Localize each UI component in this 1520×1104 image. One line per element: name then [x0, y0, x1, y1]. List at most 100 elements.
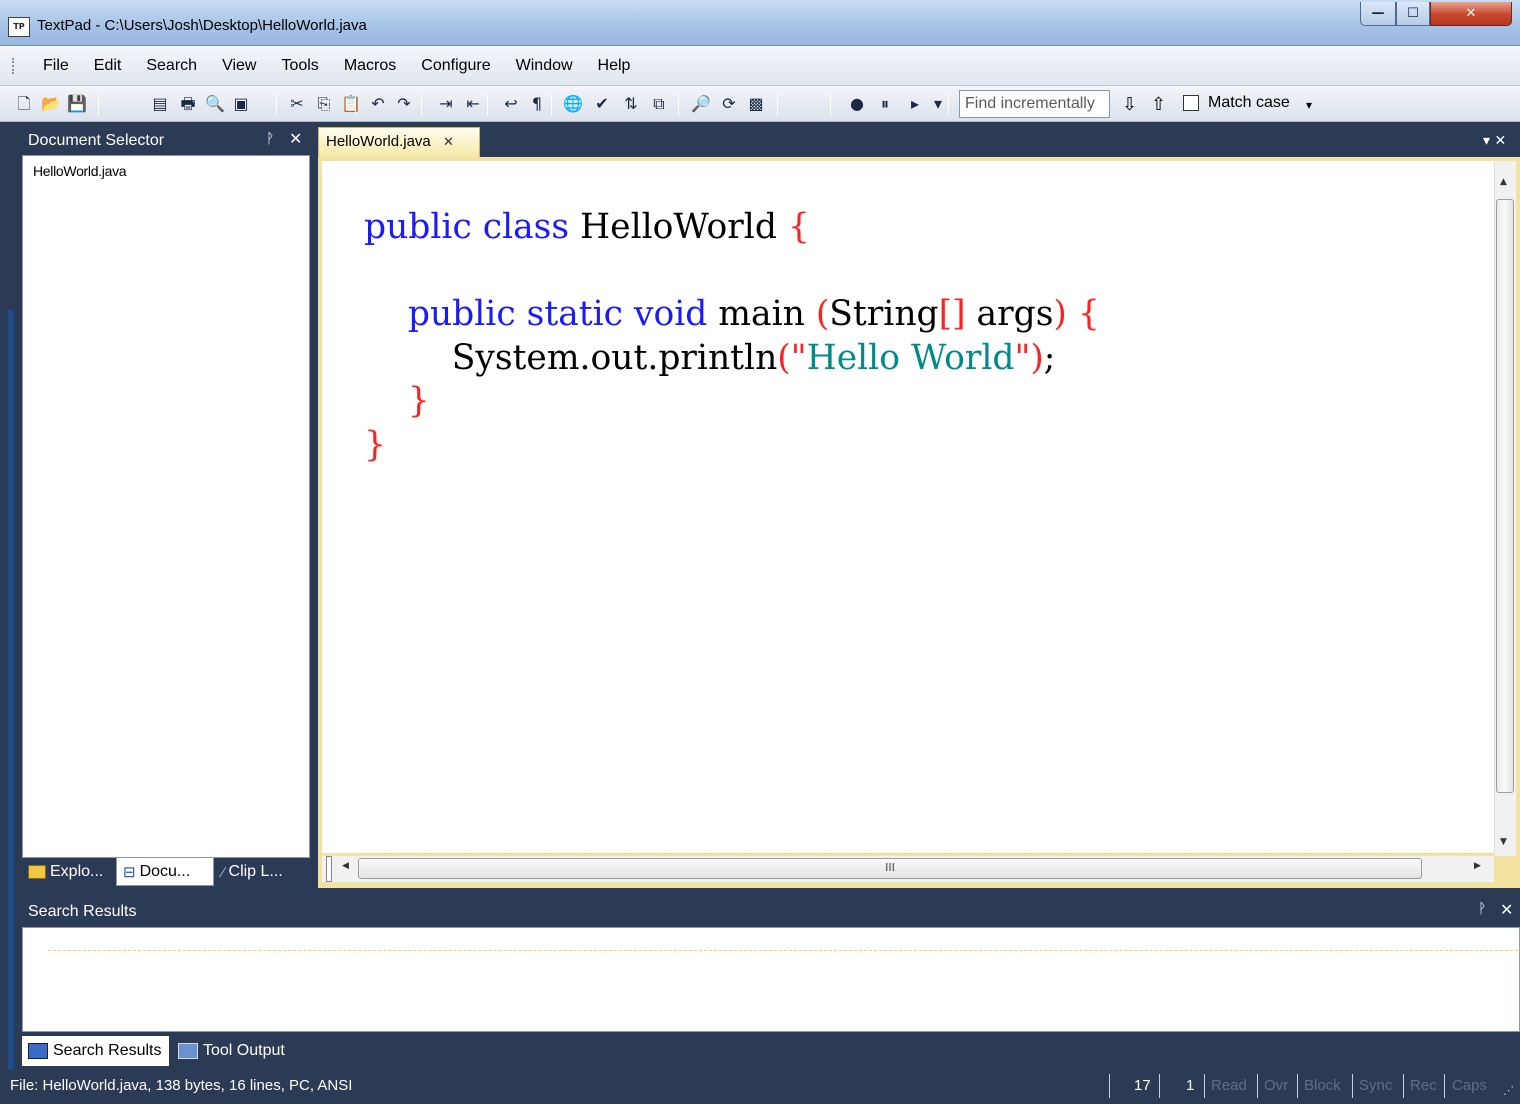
- save-icon[interactable]: 💾: [66, 93, 88, 115]
- tab-explorer[interactable]: Explo...: [22, 858, 116, 886]
- web-browser-icon[interactable]: 🌐: [562, 93, 584, 115]
- vertical-scroll-thumb[interactable]: [1496, 199, 1514, 793]
- search-results-icon: [28, 1043, 48, 1059]
- bottom-panel-tabs: Search Results Tool Output: [22, 1036, 1520, 1066]
- close-panel-icon[interactable]: ✕: [1500, 900, 1513, 919]
- indent-icon[interactable]: ⇥: [435, 93, 457, 115]
- menu-file[interactable]: File: [30, 53, 81, 79]
- menu-grip[interactable]: [12, 58, 15, 74]
- toolbar-separator: [777, 94, 778, 116]
- tab-tool-output-label: Tool Output: [203, 1042, 285, 1059]
- toolbar-separator: [487, 94, 488, 116]
- tab-tool-output[interactable]: Tool Output: [172, 1036, 312, 1066]
- toolbar-separator: [678, 94, 679, 116]
- find-icon[interactable]: 🔎: [690, 93, 712, 115]
- spell-check-icon[interactable]: ✔: [591, 93, 613, 115]
- textpad-app-icon[interactable]: TP: [8, 17, 30, 37]
- status-separator: [1257, 1074, 1258, 1098]
- status-column-number: 1: [1186, 1077, 1195, 1094]
- match-case-checkbox[interactable]: [1183, 95, 1199, 111]
- tab-search-results[interactable]: Search Results: [22, 1036, 169, 1066]
- scroll-up-icon[interactable]: ▲: [1500, 177, 1507, 187]
- tab-document-selector[interactable]: ⊟ Docu...: [116, 858, 214, 886]
- record-macro-icon[interactable]: ●: [846, 93, 868, 115]
- editor-end-marker: [364, 853, 1492, 854]
- menu-view[interactable]: View: [209, 53, 268, 79]
- tab-clip-library[interactable]: ⁄ Clip L...: [216, 858, 310, 886]
- scroll-left-icon[interactable]: ◀: [342, 861, 349, 871]
- tab-helloworld-java[interactable]: HelloWorld.java ✕: [318, 127, 480, 157]
- status-separator: [1352, 1074, 1353, 1098]
- toolbar-separator: [355, 94, 356, 116]
- cut-icon[interactable]: ✂: [286, 93, 308, 115]
- scroll-down-icon[interactable]: ▼: [1500, 837, 1507, 847]
- window-title: TextPad - C:\Users\Josh\Desktop\HelloWor…: [37, 17, 367, 34]
- code-editor[interactable]: public class HelloWorld { public static …: [322, 161, 1494, 853]
- pin-icon[interactable]: ᚹ: [266, 131, 274, 147]
- status-line-number: 17: [1134, 1077, 1151, 1094]
- outdent-icon[interactable]: ⇤: [462, 93, 484, 115]
- close-window-button[interactable]: ✕: [1430, 2, 1512, 26]
- scroll-right-icon[interactable]: ▶: [1474, 861, 1481, 871]
- tab-strip-controls[interactable]: ▾ ✕: [1483, 133, 1506, 149]
- status-sync-indicator: Sync: [1359, 1077, 1393, 1094]
- search-results-body[interactable]: [22, 927, 1520, 1032]
- menu-configure[interactable]: Configure: [408, 53, 502, 79]
- tab-search-results-label: Search Results: [53, 1042, 162, 1059]
- find-incrementally-input[interactable]: Find incrementally: [959, 90, 1110, 118]
- open-file-icon[interactable]: 📂: [40, 93, 62, 115]
- menu-search[interactable]: Search: [133, 53, 209, 79]
- minimize-button[interactable]: —: [1360, 2, 1396, 26]
- status-caps-indicator: Caps: [1452, 1077, 1488, 1094]
- sort-icon[interactable]: ⇅: [620, 93, 642, 115]
- code-text[interactable]: public class HelloWorld { public static …: [364, 206, 1100, 467]
- menu-macros[interactable]: Macros: [331, 53, 408, 79]
- status-separator: [1444, 1074, 1445, 1098]
- toolbar-separator: [551, 94, 552, 116]
- save-all-icon[interactable]: ▤: [149, 93, 171, 115]
- pin-icon[interactable]: ᚹ: [1478, 901, 1486, 917]
- copy-icon[interactable]: ⎘: [313, 93, 335, 115]
- pause-macro-icon[interactable]: ⏸: [874, 93, 896, 115]
- search-results-end-marker: [48, 950, 1518, 951]
- find-next-icon[interactable]: ⇩: [1122, 94, 1137, 115]
- match-case-label: Match case: [1208, 94, 1290, 111]
- split-handle[interactable]: [326, 856, 332, 882]
- tool-output-icon: [178, 1043, 198, 1059]
- find-previous-icon[interactable]: ⇧: [1151, 94, 1166, 115]
- tab-document-selector-label: Docu...: [139, 862, 191, 880]
- menu-help[interactable]: Help: [585, 53, 643, 79]
- menu-window[interactable]: Window: [503, 53, 585, 79]
- tab-close-icon[interactable]: ✕: [443, 134, 454, 149]
- print-preview-icon[interactable]: 🔍: [204, 93, 226, 115]
- menu-edit[interactable]: Edit: [81, 53, 134, 79]
- status-separator: [1297, 1074, 1298, 1098]
- play-macro-icon[interactable]: ▸: [904, 93, 926, 115]
- compare-icon[interactable]: ⧉: [648, 93, 670, 115]
- page-view-icon[interactable]: ▣: [230, 93, 252, 115]
- undo-icon[interactable]: ↶: [367, 93, 389, 115]
- tab-clip-library-label: Clip L...: [228, 863, 283, 880]
- horizontal-scroll-thumb[interactable]: III: [358, 858, 1422, 879]
- word-wrap-icon[interactable]: ↩: [500, 93, 522, 115]
- explorer-icon: [28, 865, 46, 879]
- print-icon[interactable]: 🖶: [177, 93, 199, 115]
- status-separator: [1159, 1074, 1160, 1098]
- find-in-files-icon[interactable]: ▩: [745, 93, 767, 115]
- find-toolbar-options-icon[interactable]: ▾: [1306, 98, 1312, 112]
- toolbar-options-icon[interactable]: ▾: [927, 93, 949, 115]
- tab-explorer-label: Explo...: [50, 863, 104, 880]
- replace-icon[interactable]: ⟳: [718, 93, 740, 115]
- new-file-icon[interactable]: 🗋: [13, 93, 35, 115]
- toolbar-separator: [421, 94, 422, 116]
- document-item[interactable]: HelloWorld.java: [33, 163, 127, 179]
- toolbar-separator: [948, 94, 949, 116]
- close-panel-icon[interactable]: ✕: [289, 129, 302, 148]
- paste-icon[interactable]: 📋: [340, 93, 362, 115]
- visible-spaces-icon[interactable]: ¶: [526, 93, 548, 115]
- maximize-button[interactable]: ☐: [1396, 2, 1430, 26]
- redo-icon[interactable]: ↷: [393, 93, 415, 115]
- menu-tools[interactable]: Tools: [268, 53, 330, 79]
- search-results-title: Search Results: [22, 897, 1520, 927]
- resize-grip-icon[interactable]: ⋰: [1503, 1084, 1514, 1097]
